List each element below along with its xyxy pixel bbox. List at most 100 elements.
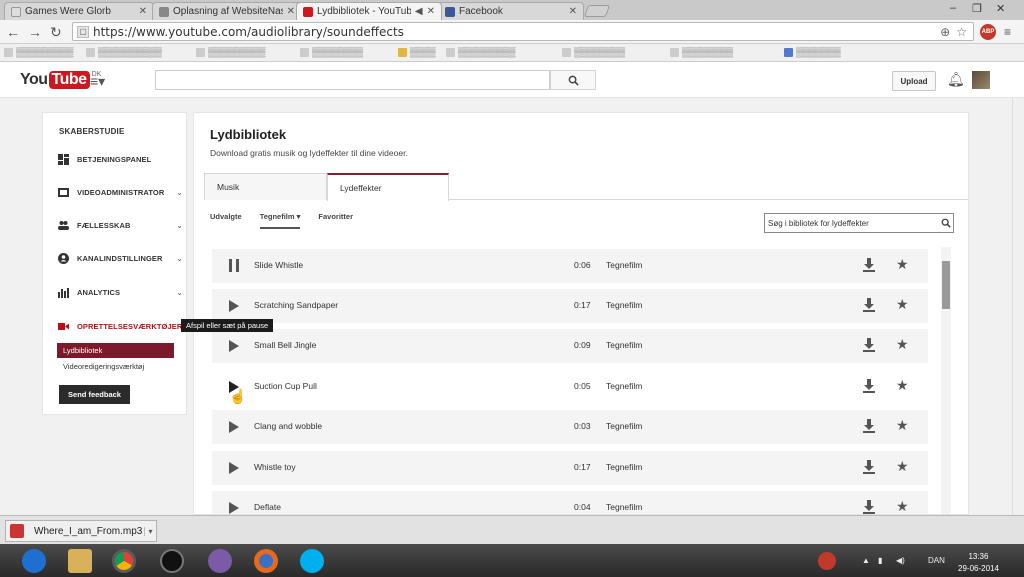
close-icon[interactable]: ✕ [287,6,295,17]
play-icon[interactable] [229,421,239,433]
play-icon[interactable] [229,300,239,312]
download-icon[interactable] [863,298,875,312]
star-icon[interactable]: ★ [896,256,909,273]
table-row: Slide Whistle 0:06 Tegnefilm ★ [212,249,928,283]
language-indicator[interactable]: DAN [928,556,945,565]
list-scrollbar[interactable] [941,247,951,514]
download-item[interactable]: Where_I_am_From.mp3 ▾ [5,520,157,542]
track-duration: 0:04 [574,502,591,512]
bookmark-item[interactable]: ▒▒▒▒▒▒▒▒▒ [446,47,515,57]
close-window-icon[interactable]: ✕ [996,2,1005,15]
tab-sound-effects[interactable]: Lydeffekter [327,173,449,201]
sidebar-item-community[interactable]: FÆLLESSKAB ⌄ [58,217,183,233]
bookmark-item[interactable]: ▒▒▒▒▒▒▒▒ [300,47,363,57]
browser-tab-1[interactable]: Games Were Glorb ✕ [4,2,154,20]
browser-tab-2[interactable]: Oplasning af WebsiteNashe C ✕ [152,2,302,20]
network-icon[interactable]: ▮ [878,556,882,565]
tray-expand-icon[interactable]: ▲ [862,556,870,565]
volume-icon[interactable]: ◀) [896,556,905,565]
chevron-down-icon: ⌄ [176,187,183,197]
filter-featured[interactable]: Udvalgte [210,212,242,229]
url-text[interactable]: https://www.youtube.com/audiolibrary/sou… [93,25,940,39]
sidebar-item-analytics[interactable]: ANALYTICS ⌄ [58,284,183,300]
bookmark-item[interactable]: ▒▒▒▒ [398,47,436,57]
bookmark-item[interactable]: ▒▒▒▒▒▒▒▒▒ [4,47,73,57]
audio-file-icon [10,524,24,538]
new-tab-button[interactable] [583,5,611,17]
reload-icon[interactable]: ↻ [50,24,62,40]
download-icon[interactable] [863,500,875,514]
bookmark-item[interactable]: ▒▒▒▒▒▒▒▒▒▒ [86,47,162,57]
close-icon[interactable]: ✕ [569,6,577,17]
bookmark-item[interactable]: ▒▒▒▒▒▒▒ [784,47,841,57]
tab-music[interactable]: Musik [204,173,327,200]
page-info-icon[interactable]: ▢ [77,25,89,38]
address-bar[interactable]: ▢ https://www.youtube.com/audiolibrary/s… [72,22,974,41]
sidebar-item-video-manager[interactable]: VIDEOADMINISTRATOR ⌄ [58,184,183,200]
system-clock[interactable]: 13:36 29-06-2014 [958,551,999,575]
pause-icon[interactable] [229,259,239,272]
internet-explorer-icon[interactable] [22,549,46,573]
close-icon[interactable]: ✕ [427,6,435,17]
download-icon[interactable] [863,419,875,433]
bookmark-item[interactable]: ▒▒▒▒▒▒▒▒ [562,47,625,57]
avatar[interactable] [972,71,990,89]
download-icon[interactable] [863,258,875,272]
search-icon[interactable] [939,218,953,228]
page-scrollbar[interactable] [1012,98,1024,515]
minimize-icon[interactable]: – [950,2,956,14]
table-row: Whistle toy 0:17 Tegnefilm ★ [212,451,928,485]
filter-category-dropdown[interactable]: Tegnefilm ▾ [259,212,301,229]
file-explorer-icon[interactable] [68,549,92,573]
upload-button[interactable]: Upload [892,71,936,91]
sidebar-item-create[interactable]: OPRETTELSESVÆRKTØJER [58,318,183,334]
guide-menu-icon[interactable]: ≡▾ [90,73,105,90]
chevron-down-icon[interactable]: ▾ [144,526,156,536]
firefox-icon[interactable] [254,549,278,573]
download-icon[interactable] [863,379,875,393]
media-player-icon[interactable] [160,549,184,573]
skype-icon[interactable] [300,549,324,573]
chrome-icon[interactable] [112,549,136,573]
play-icon[interactable] [229,502,239,514]
star-icon[interactable]: ★ [896,336,909,353]
bookmark-icon [784,47,793,57]
star-icon[interactable]: ★ [896,458,909,475]
tray-app-icon[interactable] [818,552,836,570]
back-arrow-icon[interactable]: ← [6,24,20,40]
play-icon[interactable] [229,462,239,474]
sidebar-item-label: OPRETTELSESVÆRKTØJER [77,321,183,331]
sidebar-item-channel-settings[interactable]: KANALINDSTILLINGER ⌄ [58,250,183,266]
scrollbar-thumb[interactable] [942,261,950,309]
sidebar-subitem-video-editor[interactable]: Videoredigeringsværktøj [57,359,174,374]
play-icon[interactable] [229,340,239,352]
bookmark-item[interactable]: ▒▒▒▒▒▒▒▒ [670,47,733,57]
bookmark-item[interactable]: ▒▒▒▒▒▒▒▒▒ [196,47,265,57]
download-icon[interactable] [863,460,875,474]
star-icon[interactable]: ★ [896,417,909,434]
viber-icon[interactable] [208,549,232,573]
close-icon[interactable]: ✕ [139,6,147,17]
youtube-search-input[interactable] [155,70,550,90]
star-icon[interactable]: ★ [896,498,909,514]
zoom-icon[interactable]: ⊕ [940,25,950,39]
sidebar-item-dashboard[interactable]: BETJENINGSPANEL [58,151,183,167]
star-icon[interactable]: ★ [896,296,909,313]
sidebar-subitem-audio-library[interactable]: Lydbibliotek [57,343,174,358]
bookmark-star-icon[interactable]: ☆ [956,25,967,39]
bell-icon[interactable]: 🔔︎ [947,71,965,88]
star-icon[interactable]: ★ [896,377,909,394]
track-duration: 0:03 [574,421,591,431]
forward-arrow-icon[interactable]: → [28,24,42,40]
track-genre: Tegnefilm [606,340,643,350]
restore-icon[interactable]: ❐ [972,2,982,15]
download-icon[interactable] [863,338,875,352]
youtube-search-button[interactable] [550,70,596,90]
library-search-input[interactable]: Søg i bibliotek for lydeffekter [764,213,954,233]
send-feedback-button[interactable]: Send feedback [59,385,130,404]
chrome-menu-icon[interactable]: ≡ [1004,25,1011,39]
adblock-icon[interactable]: ABP [980,24,996,40]
browser-tab-3[interactable]: Lydbibliotek - YouTube ◀ ✕ [296,2,442,20]
filter-favorites[interactable]: Favoritter [318,212,353,229]
browser-tab-4[interactable]: Facebook ✕ [438,2,584,20]
